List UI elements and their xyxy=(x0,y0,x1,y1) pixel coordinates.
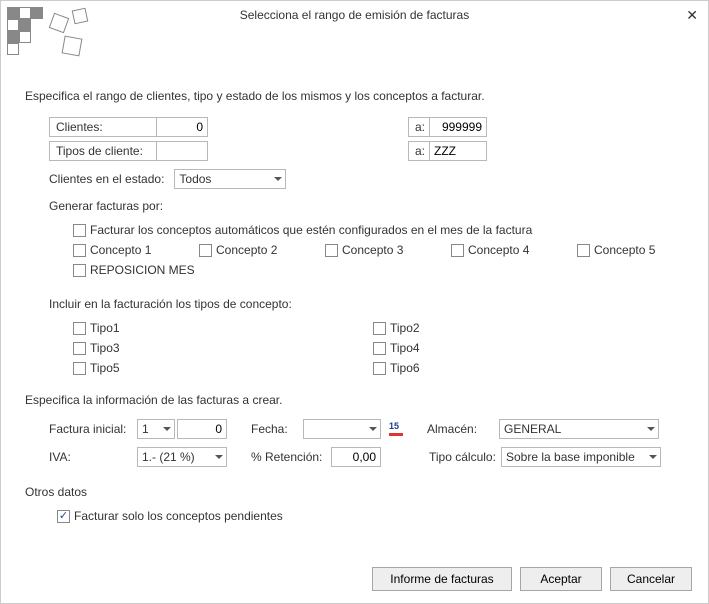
tipos-to-input[interactable] xyxy=(429,141,487,161)
chevron-down-icon xyxy=(647,427,655,431)
chk-auto-label: Facturar los conceptos automáticos que e… xyxy=(90,223,532,237)
otros-title: Otros datos xyxy=(25,485,692,499)
chk-c1[interactable]: Concepto 1 xyxy=(73,243,199,257)
chk-t3[interactable]: Tipo3 xyxy=(73,341,373,355)
chevron-down-icon xyxy=(649,455,657,459)
chk-auto[interactable]: Facturar los conceptos automáticos que e… xyxy=(73,223,692,237)
checkbox-icon xyxy=(325,244,338,257)
chk-repo-label: REPOSICION MES xyxy=(90,263,195,277)
clientes-a-label: a: xyxy=(408,117,430,137)
footer-buttons: Informe de facturas Aceptar Cancelar xyxy=(372,567,692,591)
clientes-label: Clientes: xyxy=(49,117,157,137)
chk-repo[interactable]: REPOSICION MES xyxy=(73,263,692,277)
dialog-title: Selecciona el rango de emisión de factur… xyxy=(240,8,469,22)
fecha-select[interactable] xyxy=(303,419,381,439)
chk-t6[interactable]: Tipo6 xyxy=(373,361,420,375)
iva-label: IVA: xyxy=(49,450,137,464)
incluir-title: Incluir en la facturación los tipos de c… xyxy=(49,297,692,311)
tipos-a-label: a: xyxy=(408,141,430,161)
checkbox-icon xyxy=(373,342,386,355)
factura-serie-select[interactable]: 1 xyxy=(137,419,175,439)
clientes-from-input[interactable] xyxy=(156,117,208,137)
intro-text: Especifica el rango de clientes, tipo y … xyxy=(25,89,692,103)
chk-t4[interactable]: Tipo4 xyxy=(373,341,420,355)
checkbox-icon xyxy=(73,264,86,277)
chk-t2[interactable]: Tipo2 xyxy=(373,321,420,335)
chk-c4[interactable]: Concepto 4 xyxy=(451,243,577,257)
clientes-to-input[interactable] xyxy=(429,117,487,137)
tipo-calc-label: Tipo cálculo: xyxy=(429,450,501,464)
chk-c5[interactable]: Concepto 5 xyxy=(577,243,687,257)
estado-select[interactable]: Todos xyxy=(174,169,286,189)
titlebar: Selecciona el rango de emisión de factur… xyxy=(1,1,708,29)
cancelar-button[interactable]: Cancelar xyxy=(610,567,692,591)
chk-c3[interactable]: Concepto 3 xyxy=(325,243,451,257)
crear-title: Especifica la información de las factura… xyxy=(25,393,692,407)
checkbox-icon xyxy=(73,244,86,257)
chevron-down-icon xyxy=(163,427,171,431)
checkbox-icon xyxy=(73,322,86,335)
factura-inicial-label: Factura inicial: xyxy=(49,422,137,436)
chevron-down-icon xyxy=(215,455,223,459)
checkbox-icon xyxy=(199,244,212,257)
generar-title: Generar facturas por: xyxy=(49,199,692,213)
chk-c2[interactable]: Concepto 2 xyxy=(199,243,325,257)
checkbox-checked-icon: ✓ xyxy=(57,510,70,523)
chk-t5[interactable]: Tipo5 xyxy=(73,361,373,375)
almacen-label: Almacén: xyxy=(427,422,499,436)
aceptar-button[interactable]: Aceptar xyxy=(520,567,602,591)
checkbox-icon xyxy=(73,362,86,375)
close-icon[interactable]: ✕ xyxy=(686,7,698,24)
retencion-input[interactable] xyxy=(331,447,381,467)
chevron-down-icon xyxy=(369,427,377,431)
estado-value: Todos xyxy=(179,172,211,186)
checkbox-icon xyxy=(373,362,386,375)
app-logo xyxy=(7,7,97,57)
retencion-label: % Retención: xyxy=(251,450,331,464)
tipos-label: Tipos de cliente: xyxy=(49,141,157,161)
tipos-from-input[interactable] xyxy=(156,141,208,161)
chk-pendientes-label: Facturar solo los conceptos pendientes xyxy=(74,509,283,523)
fecha-label: Fecha: xyxy=(251,422,303,436)
almacen-select[interactable]: GENERAL xyxy=(499,419,659,439)
chevron-down-icon xyxy=(274,177,282,181)
informe-button[interactable]: Informe de facturas xyxy=(372,567,512,591)
chk-pendientes[interactable]: ✓ Facturar solo los conceptos pendientes xyxy=(57,509,692,523)
chk-t1[interactable]: Tipo1 xyxy=(73,321,373,335)
calendar-icon[interactable] xyxy=(389,421,405,437)
tipo-calc-select[interactable]: Sobre la base imponible xyxy=(501,447,661,467)
checkbox-icon xyxy=(73,224,86,237)
iva-select[interactable]: 1.- (21 %) xyxy=(137,447,227,467)
factura-num-input[interactable] xyxy=(177,419,227,439)
estado-label: Clientes en el estado: xyxy=(49,172,164,186)
checkbox-icon xyxy=(451,244,464,257)
checkbox-icon xyxy=(577,244,590,257)
checkbox-icon xyxy=(373,322,386,335)
checkbox-icon xyxy=(73,342,86,355)
